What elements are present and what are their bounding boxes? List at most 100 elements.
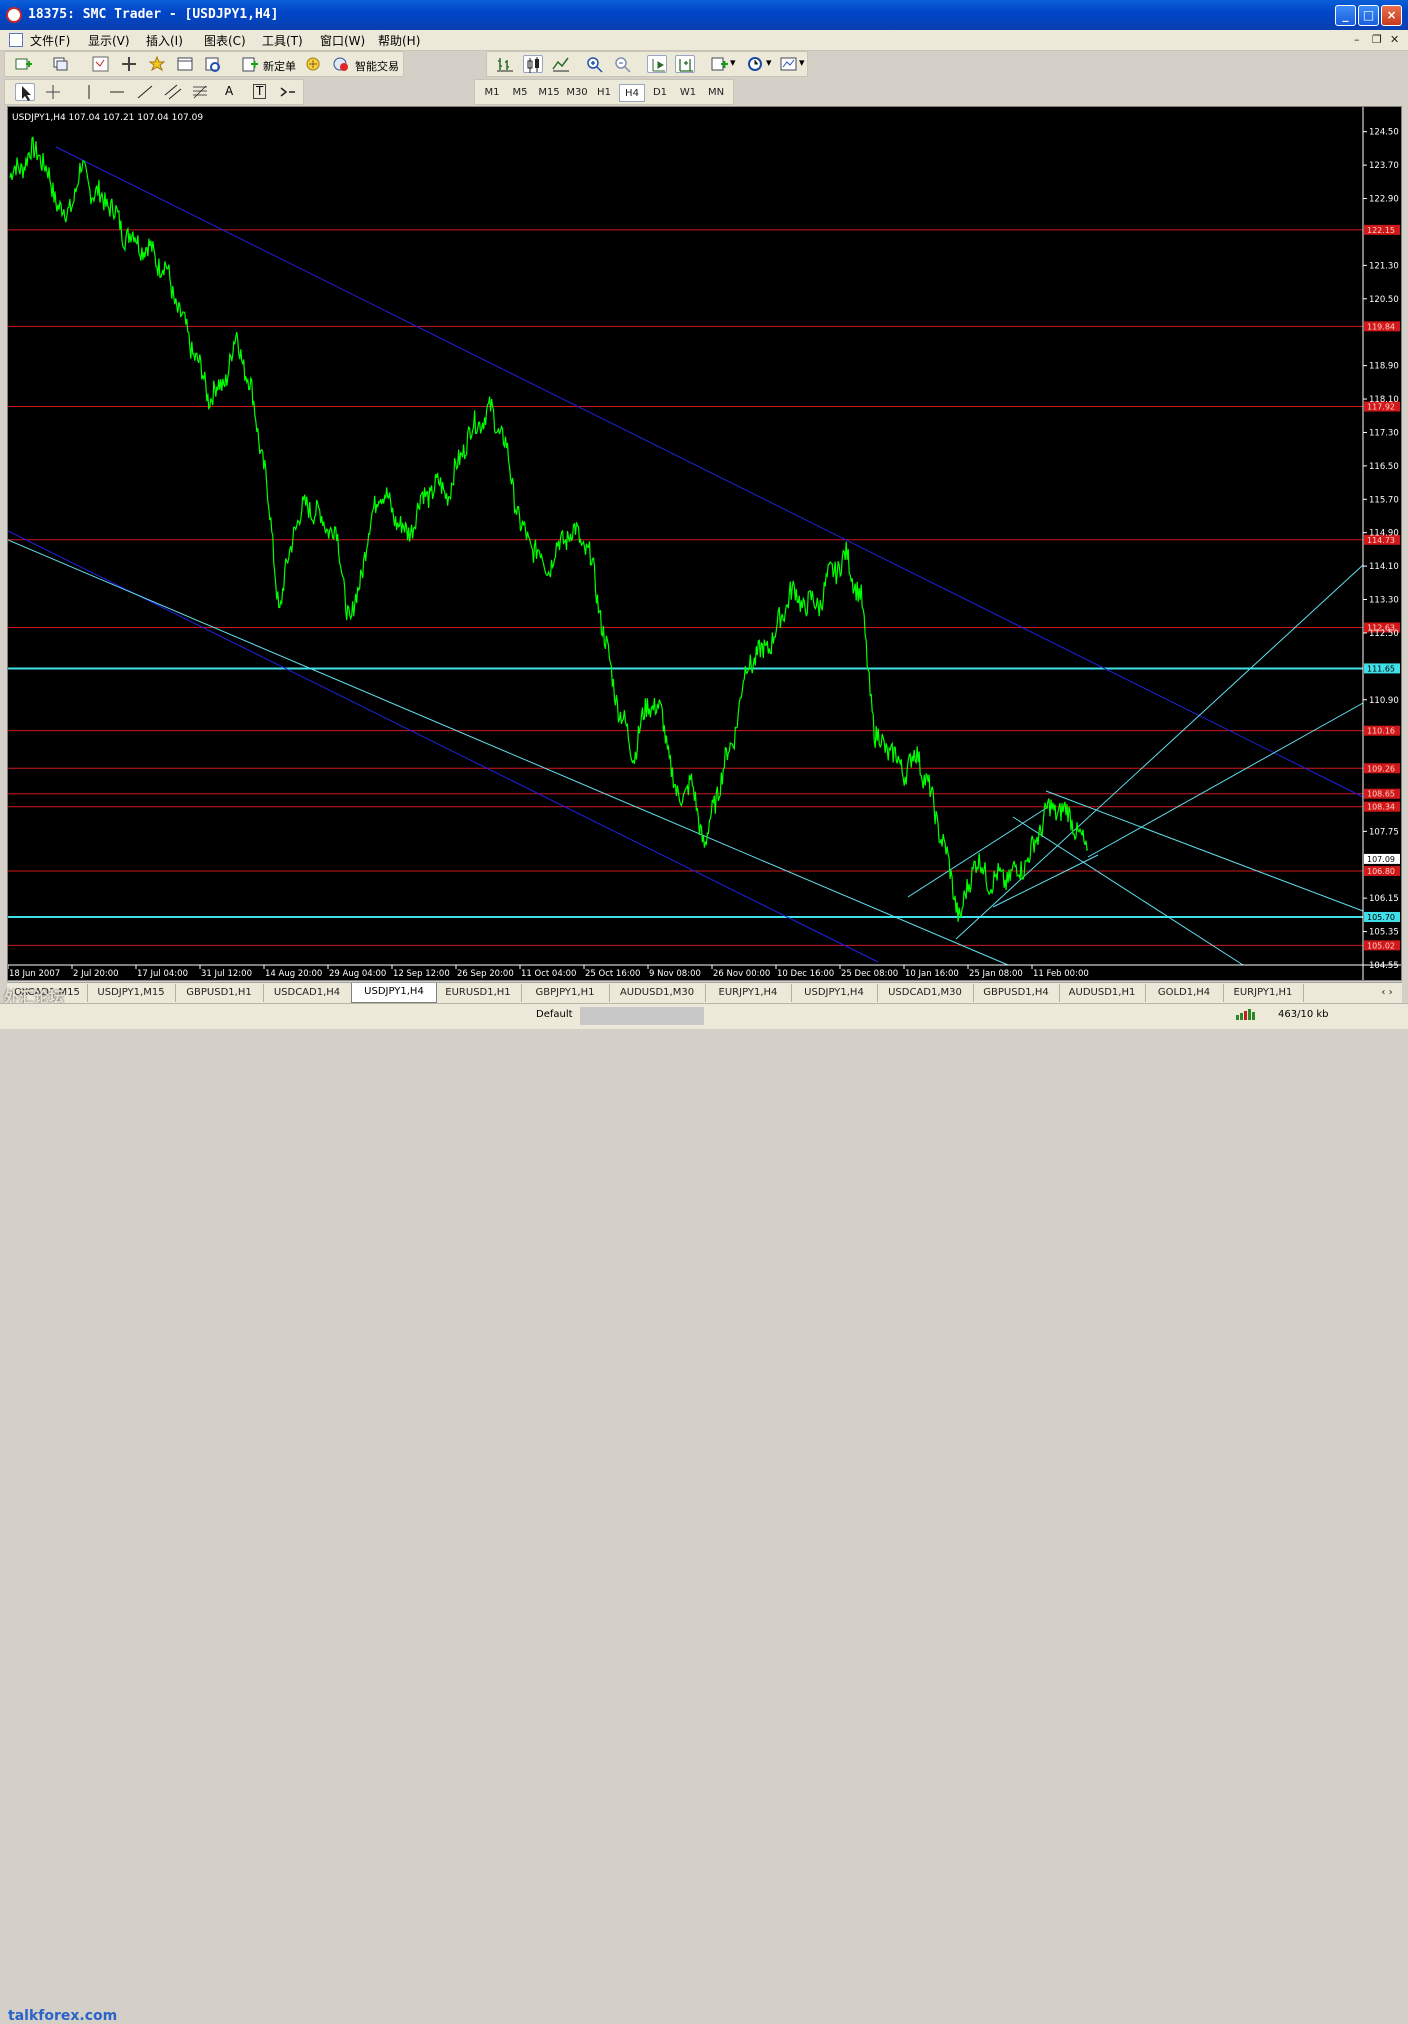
expert-advisors-icon[interactable]	[303, 55, 323, 73]
trend-line	[1012, 816, 1244, 966]
tf-m5[interactable]: M5	[507, 84, 533, 102]
chart-tab[interactable]: USDCAD1,H4	[263, 984, 352, 1002]
chart-tab[interactable]: USDCAD1,M30	[877, 984, 974, 1002]
profiles-icon[interactable]	[51, 55, 71, 73]
chart-tab[interactable]: EURUSD1,H1	[435, 984, 522, 1002]
crosshair-icon[interactable]	[43, 83, 63, 101]
price-tick-label: 121.30	[1369, 261, 1399, 271]
zoom-in-icon[interactable]	[585, 55, 605, 73]
menu-tools[interactable]: 工具(T)	[262, 32, 303, 49]
menu-insert[interactable]: 插入(I)	[146, 32, 183, 49]
chart-canvas[interactable]: 122.15119.84117.92114.73112.63111.65110.…	[8, 107, 1401, 980]
time-tick-label: 26 Sep 20:00	[457, 969, 514, 979]
chart-window-icon[interactable]	[9, 33, 23, 47]
dropdown-arrow-icon[interactable]: ▾	[730, 56, 736, 69]
periods-icon[interactable]	[745, 55, 765, 73]
chart-tab[interactable]: GBPUSD1,H4	[973, 984, 1060, 1002]
tab-scroll-arrows-icon[interactable]: ‹ ›	[1375, 984, 1399, 1002]
time-tick-label: 17 Jul 04:00	[137, 969, 188, 979]
templates-dropdown-icon[interactable]: ▾	[799, 56, 805, 69]
text-tool[interactable]: A	[225, 84, 233, 98]
tf-m15[interactable]: M15	[535, 84, 563, 102]
chart-tab[interactable]: GBPJPY1,H1	[521, 984, 610, 1002]
mdi-minimize-icon[interactable]: –	[1354, 33, 1360, 46]
close-button[interactable]: ×	[1381, 5, 1402, 26]
chart-tab[interactable]: GOLD1,H4	[1145, 984, 1224, 1002]
new-order-icon[interactable]	[239, 55, 259, 73]
tf-m30[interactable]: M30	[563, 84, 591, 102]
market-watch-icon[interactable]	[91, 55, 111, 73]
indicators-icon[interactable]	[709, 55, 729, 73]
new-order-button[interactable]: 新定单	[263, 58, 296, 74]
horizontal-line-icon[interactable]	[107, 83, 127, 101]
chart-tab[interactable]: AUDUSD1,M30	[609, 984, 706, 1002]
price-tick-label: 106.15	[1369, 894, 1399, 904]
navigator-icon[interactable]	[119, 55, 139, 73]
candlestick-icon[interactable]	[523, 55, 543, 73]
strategy-tester-icon[interactable]	[203, 55, 223, 73]
time-tick-label: 11 Feb 00:00	[1033, 969, 1089, 979]
line-chart-icon[interactable]	[551, 55, 571, 73]
menu-charts[interactable]: 图表(C)	[204, 32, 246, 49]
chart-tab[interactable]: USDJPY1,H4	[351, 983, 437, 1003]
favorites-icon[interactable]	[147, 55, 167, 73]
level-price-label: 106.80	[1367, 867, 1395, 876]
terminal-icon[interactable]	[175, 55, 195, 73]
chart-tab[interactable]: EURJPY1,H4	[705, 984, 792, 1002]
trend-line	[955, 564, 1364, 940]
mdi-restore-icon[interactable]: ❐	[1372, 33, 1382, 46]
menu-view[interactable]: 显示(V)	[88, 32, 130, 49]
equidistant-channel-icon[interactable]	[163, 83, 183, 101]
menu-help[interactable]: 帮助(H)	[378, 32, 420, 49]
time-tick-label: 10 Dec 16:00	[777, 969, 834, 979]
menu-file[interactable]: 文件(F)	[30, 32, 70, 49]
price-tick-label: 123.70	[1369, 161, 1399, 171]
expert-advisors-button[interactable]: 智能交易	[355, 58, 399, 74]
tf-w1[interactable]: W1	[675, 84, 701, 102]
price-tick-label: 114.10	[1369, 562, 1399, 572]
time-tick-label: 25 Jan 08:00	[969, 969, 1023, 979]
text-label-tool[interactable]: T	[253, 84, 267, 99]
cursor-icon[interactable]	[15, 83, 35, 101]
mdi-close-icon[interactable]: ✕	[1390, 33, 1399, 46]
time-tick-label: 31 Jul 12:00	[201, 969, 252, 979]
chart-tab[interactable]: GBPUSD1,H1	[175, 984, 264, 1002]
new-chart-icon[interactable]	[13, 55, 33, 73]
level-price-label: 122.15	[1367, 226, 1395, 235]
tf-h1[interactable]: H1	[591, 84, 617, 102]
arrows-icon[interactable]	[277, 83, 297, 101]
trend-line	[907, 806, 1049, 898]
vertical-line-icon[interactable]	[79, 83, 99, 101]
minimize-button[interactable]: _	[1335, 5, 1356, 26]
tf-h4[interactable]: H4	[619, 84, 645, 102]
menu-window[interactable]: 窗口(W)	[320, 32, 365, 49]
price-chart[interactable]: 122.15 119.84 117.92 114.73 112.63 111.65 110.…	[7, 106, 1402, 981]
connection-indicator	[1230, 1007, 1270, 1025]
auto-scroll-icon[interactable]	[647, 55, 667, 73]
chart-tab[interactable]: USDJPY1,H4	[791, 984, 878, 1002]
tf-m1[interactable]: M1	[479, 84, 505, 102]
level-price-label: 110.16	[1367, 727, 1395, 736]
tf-mn[interactable]: MN	[703, 84, 729, 102]
level-price-label: 108.65	[1367, 790, 1395, 799]
chart-tab[interactable]: AUDUSD1,H1	[1059, 984, 1146, 1002]
traffic-status: 463/10 kb	[1278, 1009, 1329, 1020]
watermark-site: talkforex.com	[8, 2008, 118, 2024]
templates-icon[interactable]	[779, 55, 799, 73]
chart-shift-icon[interactable]	[675, 55, 695, 73]
chart-tab[interactable]: USDJPY1,M15	[87, 984, 176, 1002]
chart-tab[interactable]: EURJPY1,H1	[1223, 984, 1304, 1002]
zoom-out-icon[interactable]	[613, 55, 633, 73]
title-bar: 18375: SMC Trader - [USDJPY1,H4] _ □ ×	[0, 0, 1408, 30]
tf-d1[interactable]: D1	[647, 84, 673, 102]
line-studies-toolbar: A T	[4, 79, 304, 105]
fibonacci-icon[interactable]	[191, 83, 211, 101]
trendline-icon[interactable]	[135, 83, 155, 101]
autotrading-icon[interactable]	[331, 55, 351, 73]
app-icon	[6, 7, 22, 23]
periods-dropdown-icon[interactable]: ▾	[766, 56, 772, 69]
time-tick-label: 12 Sep 12:00	[393, 969, 450, 979]
bar-chart-icon[interactable]	[495, 55, 515, 73]
maximize-button[interactable]: □	[1358, 5, 1379, 26]
level-price-label: 105.02	[1367, 941, 1395, 950]
